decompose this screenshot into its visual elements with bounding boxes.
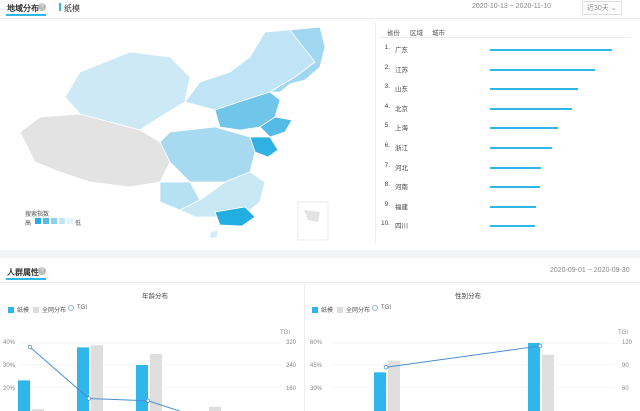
rank-bar: [490, 68, 595, 71]
rank-number: 10.: [380, 220, 390, 228]
rank-bar: [490, 107, 572, 110]
rank-bar-track: [490, 147, 612, 149]
chevron-down-icon: ⌄: [610, 5, 617, 12]
period-select[interactable]: 近30天 ⌄: [582, 1, 622, 15]
province-name: 福建: [395, 203, 408, 211]
tab-region[interactable]: 地域分布: [7, 3, 39, 14]
rank-bar-track: [490, 88, 612, 91]
rank-bar: [490, 186, 541, 189]
help-icon[interactable]: ?: [38, 3, 46, 11]
tgi-point: [537, 343, 543, 349]
rank-bar-track: [490, 107, 612, 110]
bar-all: [542, 354, 554, 411]
bar-keyword: [374, 372, 386, 411]
keyword-label: 纸模: [64, 4, 80, 13]
ranking-row[interactable]: 5. 上海: [380, 122, 630, 134]
rank-number: 6.: [384, 142, 390, 149]
legend-swatch-5: [67, 218, 73, 224]
province-name: 山东: [395, 86, 408, 94]
tab-area[interactable]: 区域: [410, 27, 423, 37]
gender-chart[interactable]: [0, 258, 640, 411]
province-name: 河北: [395, 164, 408, 172]
ranking-row[interactable]: 3. 山东: [380, 83, 630, 95]
province-name: 江苏: [395, 66, 408, 74]
map-legend-title: 搜索指数: [25, 212, 50, 218]
province-name: 北京: [395, 105, 408, 113]
china-map[interactable]: [20, 22, 370, 244]
map-legend-low: 低: [75, 221, 82, 227]
ranking-row[interactable]: 10. 四川: [380, 220, 630, 232]
ranking-row[interactable]: 9. 福建: [380, 201, 630, 213]
region-panel: 地域分布 ? 纸模 2020-10-13 ~ 2020-11-10 近30天 ⌄…: [0, 0, 640, 250]
bar-all: [388, 360, 400, 411]
rank-bar-track: [490, 68, 612, 71]
rank-number: 8.: [384, 181, 390, 189]
province-name: 河南: [395, 184, 408, 192]
map-region-hainan: [209, 229, 219, 239]
rank-number: 7.: [384, 161, 390, 169]
province-name: 广东: [395, 47, 408, 54]
tgi-line: [385, 345, 541, 368]
audience-panel: 人群属性 ? 2020-09-01 ~ 2020-09-30 年龄分布 纸模 全…: [0, 258, 640, 411]
province-name: 浙江: [395, 145, 408, 152]
rank-bar-track: [490, 205, 612, 208]
rank-bar: [490, 225, 536, 228]
rank-bar-track: [490, 49, 612, 51]
tab-province[interactable]: 省份: [387, 27, 400, 37]
rank-bar-track: [490, 127, 612, 130]
map-region-central: [159, 126, 256, 183]
rank-number: 2.: [384, 63, 390, 71]
period-select-label: 近30天: [587, 5, 609, 12]
rank-bar: [490, 166, 542, 169]
ranking-row[interactable]: 2. 江苏: [380, 64, 630, 76]
ranking-row[interactable]: 6. 浙江: [380, 142, 630, 154]
rank-bar-track: [490, 166, 612, 169]
bar-keyword: [528, 343, 540, 411]
rank-number: 4.: [384, 102, 390, 110]
table-divider: [380, 37, 630, 38]
rank-bar: [490, 205, 537, 208]
legend-swatch-2: [43, 218, 49, 224]
ranking-row[interactable]: 1. 广东: [380, 44, 630, 56]
rank-number: 5.: [384, 122, 390, 130]
map-table-divider: [375, 22, 376, 244]
tab-city[interactable]: 城市: [432, 27, 445, 37]
tgi-point: [383, 364, 389, 370]
rank-number: 3.: [384, 83, 390, 91]
rank-bar-track: [490, 186, 612, 189]
rank-number: 9.: [384, 200, 390, 208]
legend-swatch-1: [35, 218, 41, 224]
active-tab-indicator: [6, 14, 46, 16]
rank-bar: [490, 88, 578, 91]
legend-swatch-3: [51, 218, 57, 224]
legend-swatch-4: [59, 218, 65, 224]
ranking-row[interactable]: 7. 河北: [380, 162, 630, 174]
province-name: 四川: [395, 223, 408, 231]
rank-bar: [490, 49, 612, 51]
date-range[interactable]: 2020-10-13 ~ 2020-11-10: [472, 3, 551, 10]
rank-bar-track: [490, 225, 612, 228]
rank-bar: [490, 147, 553, 149]
ranking-row[interactable]: 8. 河南: [380, 181, 630, 193]
rank-bar: [490, 127, 559, 130]
rank-number: 1.: [384, 44, 390, 51]
header-divider: [0, 18, 640, 19]
ranking-row[interactable]: 4. 北京: [380, 103, 630, 115]
province-name: 上海: [395, 125, 408, 133]
keyword-color-marker: [59, 3, 61, 11]
map-legend-high: 高: [25, 221, 32, 227]
